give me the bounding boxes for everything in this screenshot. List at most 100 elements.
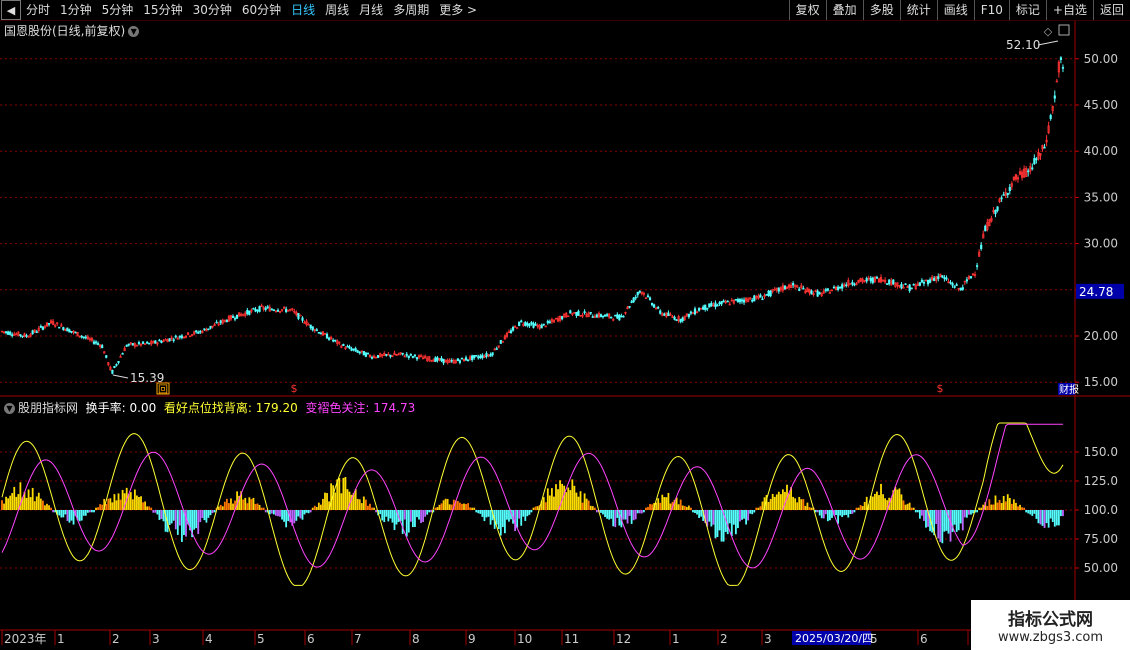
tab-period-4[interactable]: 30分钟 — [188, 0, 237, 20]
candle-body — [734, 299, 737, 301]
tab-period-1[interactable]: 1分钟 — [55, 0, 97, 20]
toolbar-button-8[interactable]: 返回 — [1092, 0, 1130, 20]
histogram-bar — [338, 477, 341, 510]
chart-canvas[interactable]: 50.0045.0040.0035.0030.0025.0020.0015.00… — [0, 0, 1130, 650]
tab-period-8[interactable]: 月线 — [354, 0, 388, 20]
histogram-bar — [7, 498, 10, 510]
histogram-bar — [461, 503, 463, 510]
candle-body — [127, 343, 130, 346]
time-axis-label: 1 — [57, 632, 65, 646]
candle-body — [620, 315, 623, 318]
candle-body — [272, 309, 275, 312]
candle-body — [949, 282, 952, 284]
histogram-bar — [324, 492, 326, 510]
tab-period-2[interactable]: 5分钟 — [97, 0, 139, 20]
histogram-bar — [301, 510, 304, 520]
candle-body — [526, 322, 529, 326]
tab-period-7[interactable]: 周线 — [320, 0, 354, 20]
histogram-bar — [708, 510, 711, 522]
candle-body — [471, 355, 474, 361]
back-icon[interactable]: ◀ — [1, 0, 21, 20]
histogram-bar — [154, 510, 157, 513]
chevron-down-icon[interactable]: ▼ — [128, 26, 140, 37]
histogram-bar — [283, 510, 286, 522]
candle-body — [197, 332, 200, 334]
tab-period-9[interactable]: 多周期 — [388, 0, 434, 20]
toolbar-button-2[interactable]: 多股 — [862, 0, 900, 20]
toolbar-button-3[interactable]: 统计 — [899, 0, 937, 20]
histogram-bar — [524, 510, 527, 521]
tab-period-3[interactable]: 15分钟 — [138, 0, 187, 20]
histogram-bar — [195, 510, 198, 529]
histogram-bar — [996, 502, 999, 510]
histogram-bar — [295, 510, 298, 521]
histogram-bar — [35, 496, 38, 510]
candle-body — [702, 306, 705, 310]
candle-body — [473, 355, 476, 359]
candle-body — [62, 327, 65, 330]
candle-body — [117, 360, 120, 363]
candle-body — [532, 323, 535, 328]
candle-body — [765, 294, 768, 296]
tab-period-6[interactable]: 日线 — [286, 0, 320, 20]
histogram-bar — [728, 510, 731, 524]
histogram-bar — [943, 510, 946, 532]
histogram-bar — [769, 498, 772, 510]
divergence-label: 看好点位找背离: 179.20 — [163, 401, 298, 415]
candle-body — [456, 358, 459, 362]
candle-body — [648, 297, 652, 300]
histogram-bar — [52, 510, 55, 513]
candle-body — [769, 290, 772, 297]
histogram-bar — [522, 510, 525, 517]
toolbar-button-7[interactable]: +自选 — [1045, 0, 1093, 20]
candle-body — [853, 283, 856, 286]
histogram-bar — [941, 510, 944, 544]
histogram-bar — [767, 501, 770, 510]
time-axis-label: 6 — [307, 632, 315, 646]
chevron-down-icon[interactable]: ▼ — [4, 403, 15, 414]
histogram-bar — [1060, 510, 1062, 517]
histogram-bar — [270, 510, 273, 514]
tab-period-10[interactable]: 更多 > — [434, 0, 482, 20]
candle-body — [92, 341, 96, 344]
candle-body — [659, 310, 662, 314]
histogram-bar — [994, 495, 997, 510]
histogram-bar — [1027, 510, 1030, 514]
candle-body — [951, 283, 954, 286]
indicator-title: ▼ 股朋指标网 换手率: 0.00 看好点位找背离: 179.20 变褶色关注: … — [4, 399, 415, 416]
histogram-bar — [244, 497, 247, 510]
histogram-bar — [64, 510, 67, 515]
histogram-bar — [690, 507, 692, 510]
histogram-bar — [375, 510, 377, 513]
histogram-bar — [622, 510, 625, 520]
histogram-bar — [694, 510, 696, 514]
histogram-bar — [614, 510, 617, 528]
histogram-bar — [465, 503, 467, 510]
candle-body — [589, 311, 592, 314]
candle-body — [961, 287, 964, 290]
histogram-bar — [228, 503, 230, 510]
candle-body — [783, 285, 787, 290]
histogram-bar — [583, 493, 586, 510]
toolbar-button-0[interactable]: 复权 — [788, 0, 826, 20]
candle-body — [180, 335, 183, 339]
toolbar-button-1[interactable]: 叠加 — [825, 0, 863, 20]
toolbar-button-6[interactable]: 标记 — [1008, 0, 1046, 20]
candle-body — [845, 284, 848, 287]
time-axis-label: 3 — [152, 632, 160, 646]
histogram-bar — [131, 499, 134, 510]
candle-body — [1006, 192, 1009, 196]
toolbar-button-5[interactable]: F10 — [973, 0, 1009, 20]
candle-body — [918, 282, 921, 286]
candle-body — [667, 312, 670, 316]
tab-period-0[interactable]: 分时 — [21, 0, 55, 20]
histogram-bar — [1031, 510, 1034, 516]
candle-body — [141, 341, 145, 344]
histogram-bar — [628, 510, 631, 516]
candle-body — [309, 324, 312, 329]
tab-period-5[interactable]: 60分钟 — [237, 0, 286, 20]
toolbar-button-4[interactable]: 画线 — [936, 0, 974, 20]
histogram-bar — [847, 510, 850, 518]
histogram-bar — [804, 505, 807, 510]
candle-body — [689, 311, 693, 314]
